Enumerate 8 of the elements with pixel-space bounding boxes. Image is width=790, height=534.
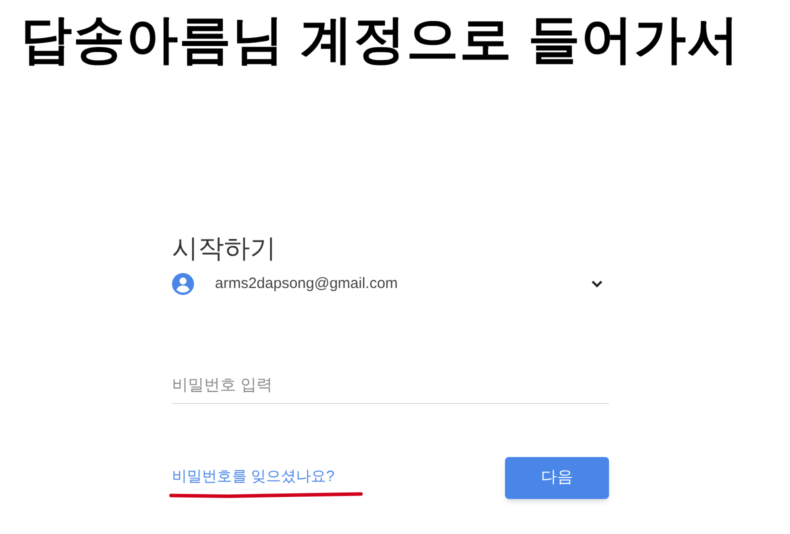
account-email: arms2dapsong@gmail.com (215, 274, 398, 294)
account-icon (172, 273, 194, 295)
next-button[interactable]: 다음 (505, 457, 609, 499)
chevron-down-icon[interactable] (591, 280, 603, 288)
forgot-password-link[interactable]: 비밀번호를 잊으셨나요? (172, 466, 364, 488)
password-field[interactable]: 비밀번호 입력 (172, 368, 609, 404)
caption: 답송아름님 계정으로 들어가서 (20, 10, 741, 71)
heading: 시작하기 (172, 232, 277, 264)
